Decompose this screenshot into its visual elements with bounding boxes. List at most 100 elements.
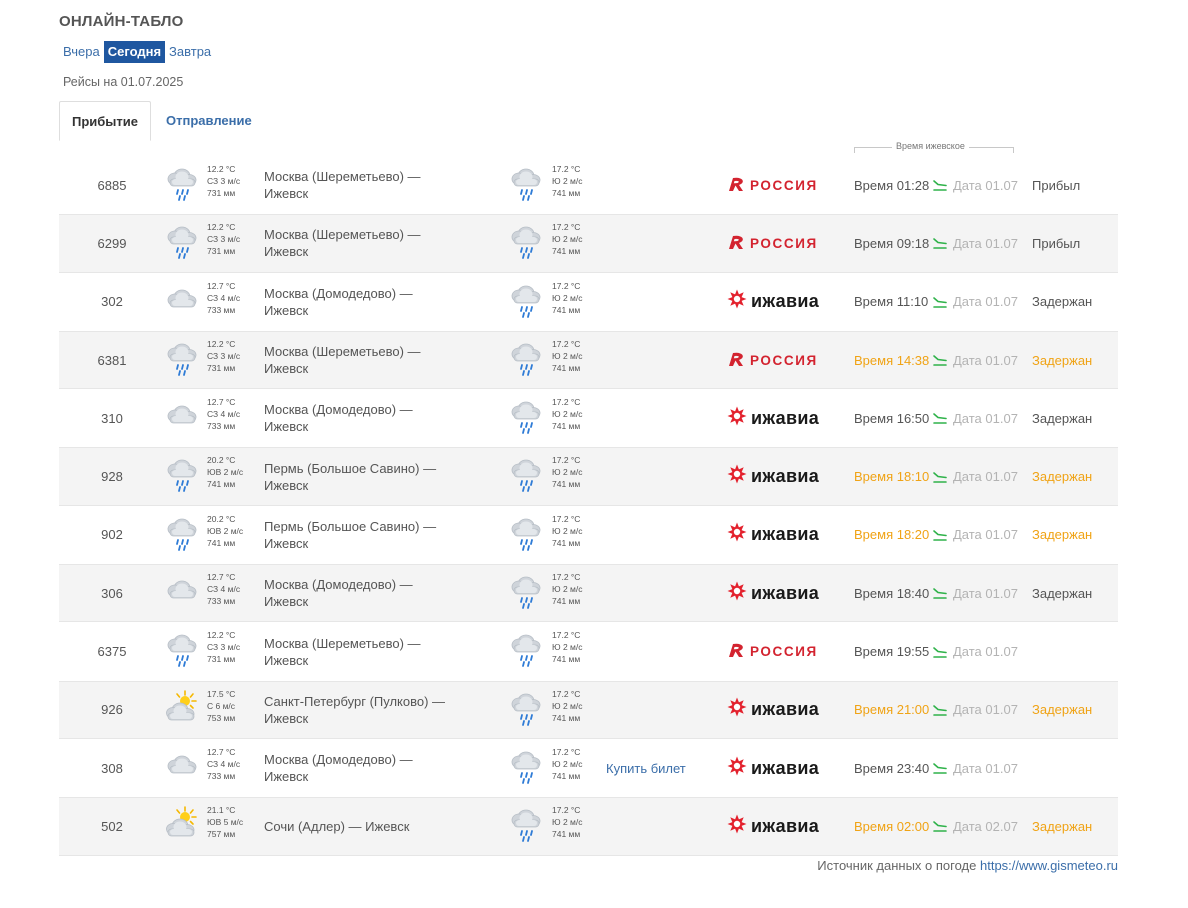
flights-board: 6885 12.2 °C СЗ 3 м/с 731 мм Москва (Шеремет… bbox=[59, 156, 1118, 856]
destination-temp: 17.2 °C bbox=[552, 455, 581, 466]
airline: ижавиа bbox=[727, 564, 819, 622]
flight-number: 302 bbox=[101, 294, 123, 310]
cloud-rain-icon bbox=[507, 746, 545, 786]
airline: РОССИЯ bbox=[727, 214, 818, 272]
flight-route: Пермь (Большое Савино) — Ижевск bbox=[264, 460, 437, 493]
flight-number: 310 bbox=[101, 410, 123, 426]
origin-pressure: 733 мм bbox=[207, 421, 236, 432]
origin-temp: 20.2 °C bbox=[207, 513, 236, 524]
weather-source-link[interactable]: https://www.gismeteo.ru bbox=[980, 858, 1118, 873]
arrival-time: Время 11:10 bbox=[854, 294, 929, 310]
flight-row: 6375 12.2 °C СЗ 3 м/с 731 мм Москва (Шеремет… bbox=[59, 622, 1118, 680]
airline-name: ижавиа bbox=[751, 407, 819, 428]
destination-wind: Ю 2 м/с bbox=[552, 525, 583, 536]
cloud-rain-icon bbox=[507, 629, 545, 669]
origin-wind: СЗ 4 м/с bbox=[207, 584, 241, 595]
origin-weather: 12.7 °C СЗ 4 м/с 733 мм bbox=[207, 746, 240, 782]
origin-pressure: 733 мм bbox=[207, 596, 236, 607]
origin-temp: 20.2 °C bbox=[207, 455, 236, 466]
airline-logo-izhavia: ижавиа bbox=[727, 814, 819, 839]
rossiya-mark-icon bbox=[727, 642, 750, 661]
cloud-rain-icon bbox=[507, 571, 545, 611]
cloud-rain-icon bbox=[163, 163, 201, 203]
destination-wind: Ю 2 м/с bbox=[552, 234, 583, 245]
origin-pressure: 731 мм bbox=[207, 188, 236, 198]
airline-logo-izhavia: ижавиа bbox=[727, 522, 819, 547]
destination-temp: 17.2 °C bbox=[552, 805, 581, 816]
origin-pressure: 753 мм bbox=[207, 712, 236, 723]
cloud-icon bbox=[163, 396, 201, 436]
airline-name: РОССИЯ bbox=[750, 352, 818, 368]
day-tomorrow-link[interactable]: Завтра bbox=[165, 41, 215, 63]
flight-route: Москва (Домодедово) — Ижевск bbox=[264, 577, 413, 610]
page-title: ОНЛАЙН-ТАБЛО bbox=[59, 13, 184, 30]
flight-number: 6381 bbox=[97, 352, 127, 368]
airline-logo-izhavia: ижавиа bbox=[727, 697, 819, 722]
flight-status: Задержан bbox=[1032, 818, 1093, 834]
tab-departure[interactable]: Отправление bbox=[166, 101, 252, 141]
flight-row: 902 20.2 °C ЮВ 2 м/с 741 мм Пермь (Большое С… bbox=[59, 506, 1118, 564]
origin-weather: 12.2 °C СЗ 3 м/с 731 мм bbox=[207, 338, 240, 374]
origin-temp: 12.2 °C bbox=[207, 630, 236, 641]
destination-pressure: 741 мм bbox=[552, 770, 581, 781]
day-switch: Вчера Сегодня Завтра bbox=[59, 41, 215, 63]
destination-weather: 17.2 °C Ю 2 м/с 741 мм bbox=[552, 513, 583, 549]
destination-wind: Ю 2 м/с bbox=[552, 758, 583, 769]
cloud-rain-icon bbox=[163, 338, 201, 378]
airline-name: ижавиа bbox=[751, 757, 819, 778]
flight-number: 6375 bbox=[97, 644, 127, 660]
weather-source-label: Источник данных о погоде bbox=[817, 858, 977, 873]
flight-number: 502 bbox=[101, 818, 123, 834]
flight-row: 6299 12.2 °C СЗ 3 м/с 731 мм Москва (Шеремет… bbox=[59, 214, 1118, 273]
destination-pressure: 741 мм bbox=[552, 829, 581, 840]
origin-wind: СЗ 3 м/с bbox=[207, 642, 241, 653]
destination-temp: 17.2 °C bbox=[552, 222, 581, 233]
plane-landing-icon bbox=[933, 797, 947, 855]
tab-arrival[interactable]: Прибытие bbox=[59, 101, 151, 141]
flight-status: Задержан bbox=[1032, 702, 1093, 718]
cloud-rain-icon bbox=[507, 221, 545, 261]
airline: ижавиа bbox=[727, 506, 819, 564]
origin-pressure: 741 мм bbox=[207, 479, 236, 490]
destination-pressure: 741 мм bbox=[552, 712, 581, 723]
destination-weather: 17.2 °C Ю 2 м/с 741 мм bbox=[552, 280, 583, 316]
destination-wind: Ю 2 м/с bbox=[552, 176, 583, 186]
flight-row: 306 12.7 °C СЗ 4 м/с 733 мм Москва (Домодедо… bbox=[59, 564, 1118, 623]
cloud-rain-icon bbox=[507, 163, 545, 203]
arrival-time: Время 21:00 bbox=[854, 702, 930, 718]
plane-landing-icon bbox=[933, 156, 947, 214]
origin-temp: 12.7 °C bbox=[207, 746, 236, 757]
origin-wind: СЗ 3 м/с bbox=[207, 234, 241, 245]
origin-temp: 12.2 °C bbox=[207, 222, 236, 233]
destination-pressure: 741 мм bbox=[552, 188, 581, 198]
destination-wind: Ю 2 м/с bbox=[552, 350, 583, 361]
flight-route: Москва (Шереметьево) — Ижевск bbox=[264, 169, 421, 202]
airline-name: ижавиа bbox=[751, 291, 819, 312]
izhavia-star-icon bbox=[727, 814, 751, 839]
buy-ticket-link[interactable]: Купить билет bbox=[606, 739, 686, 797]
flight-route: Москва (Домодедово) — Ижевск bbox=[264, 402, 413, 435]
origin-weather: 20.2 °C ЮВ 2 м/с 741 мм bbox=[207, 513, 243, 549]
arrival-date: Дата 01.07 bbox=[953, 410, 1018, 426]
arrival-time: Время 18:40 bbox=[854, 585, 930, 601]
flight-route: Пермь (Большое Савино) — Ижевск bbox=[264, 518, 437, 551]
origin-pressure: 731 мм bbox=[207, 362, 236, 373]
day-today-link[interactable]: Сегодня bbox=[103, 41, 166, 63]
cloud-icon bbox=[163, 746, 201, 786]
destination-pressure: 741 мм bbox=[552, 479, 581, 490]
destination-weather: 17.2 °C Ю 2 м/с 741 мм bbox=[552, 454, 583, 490]
origin-wind: СЗ 3 м/с bbox=[207, 350, 241, 361]
destination-wind: Ю 2 м/с bbox=[552, 700, 583, 711]
izhavia-star-icon bbox=[727, 522, 751, 547]
arrival-date: Дата 01.07 bbox=[953, 352, 1018, 368]
izhavia-star-icon bbox=[727, 581, 751, 606]
plane-landing-icon bbox=[933, 681, 947, 739]
flight-route: Москва (Шереметьево) — Ижевск bbox=[264, 635, 421, 668]
origin-pressure: 731 мм bbox=[207, 246, 236, 257]
day-yesterday-link[interactable]: Вчера bbox=[59, 41, 104, 63]
airline-name: ижавиа bbox=[751, 815, 819, 836]
flights-date-label: Рейсы на 01.07.2025 bbox=[63, 75, 184, 89]
destination-pressure: 741 мм bbox=[552, 304, 581, 315]
destination-wind: Ю 2 м/с bbox=[552, 817, 583, 828]
plane-landing-icon bbox=[933, 506, 947, 564]
